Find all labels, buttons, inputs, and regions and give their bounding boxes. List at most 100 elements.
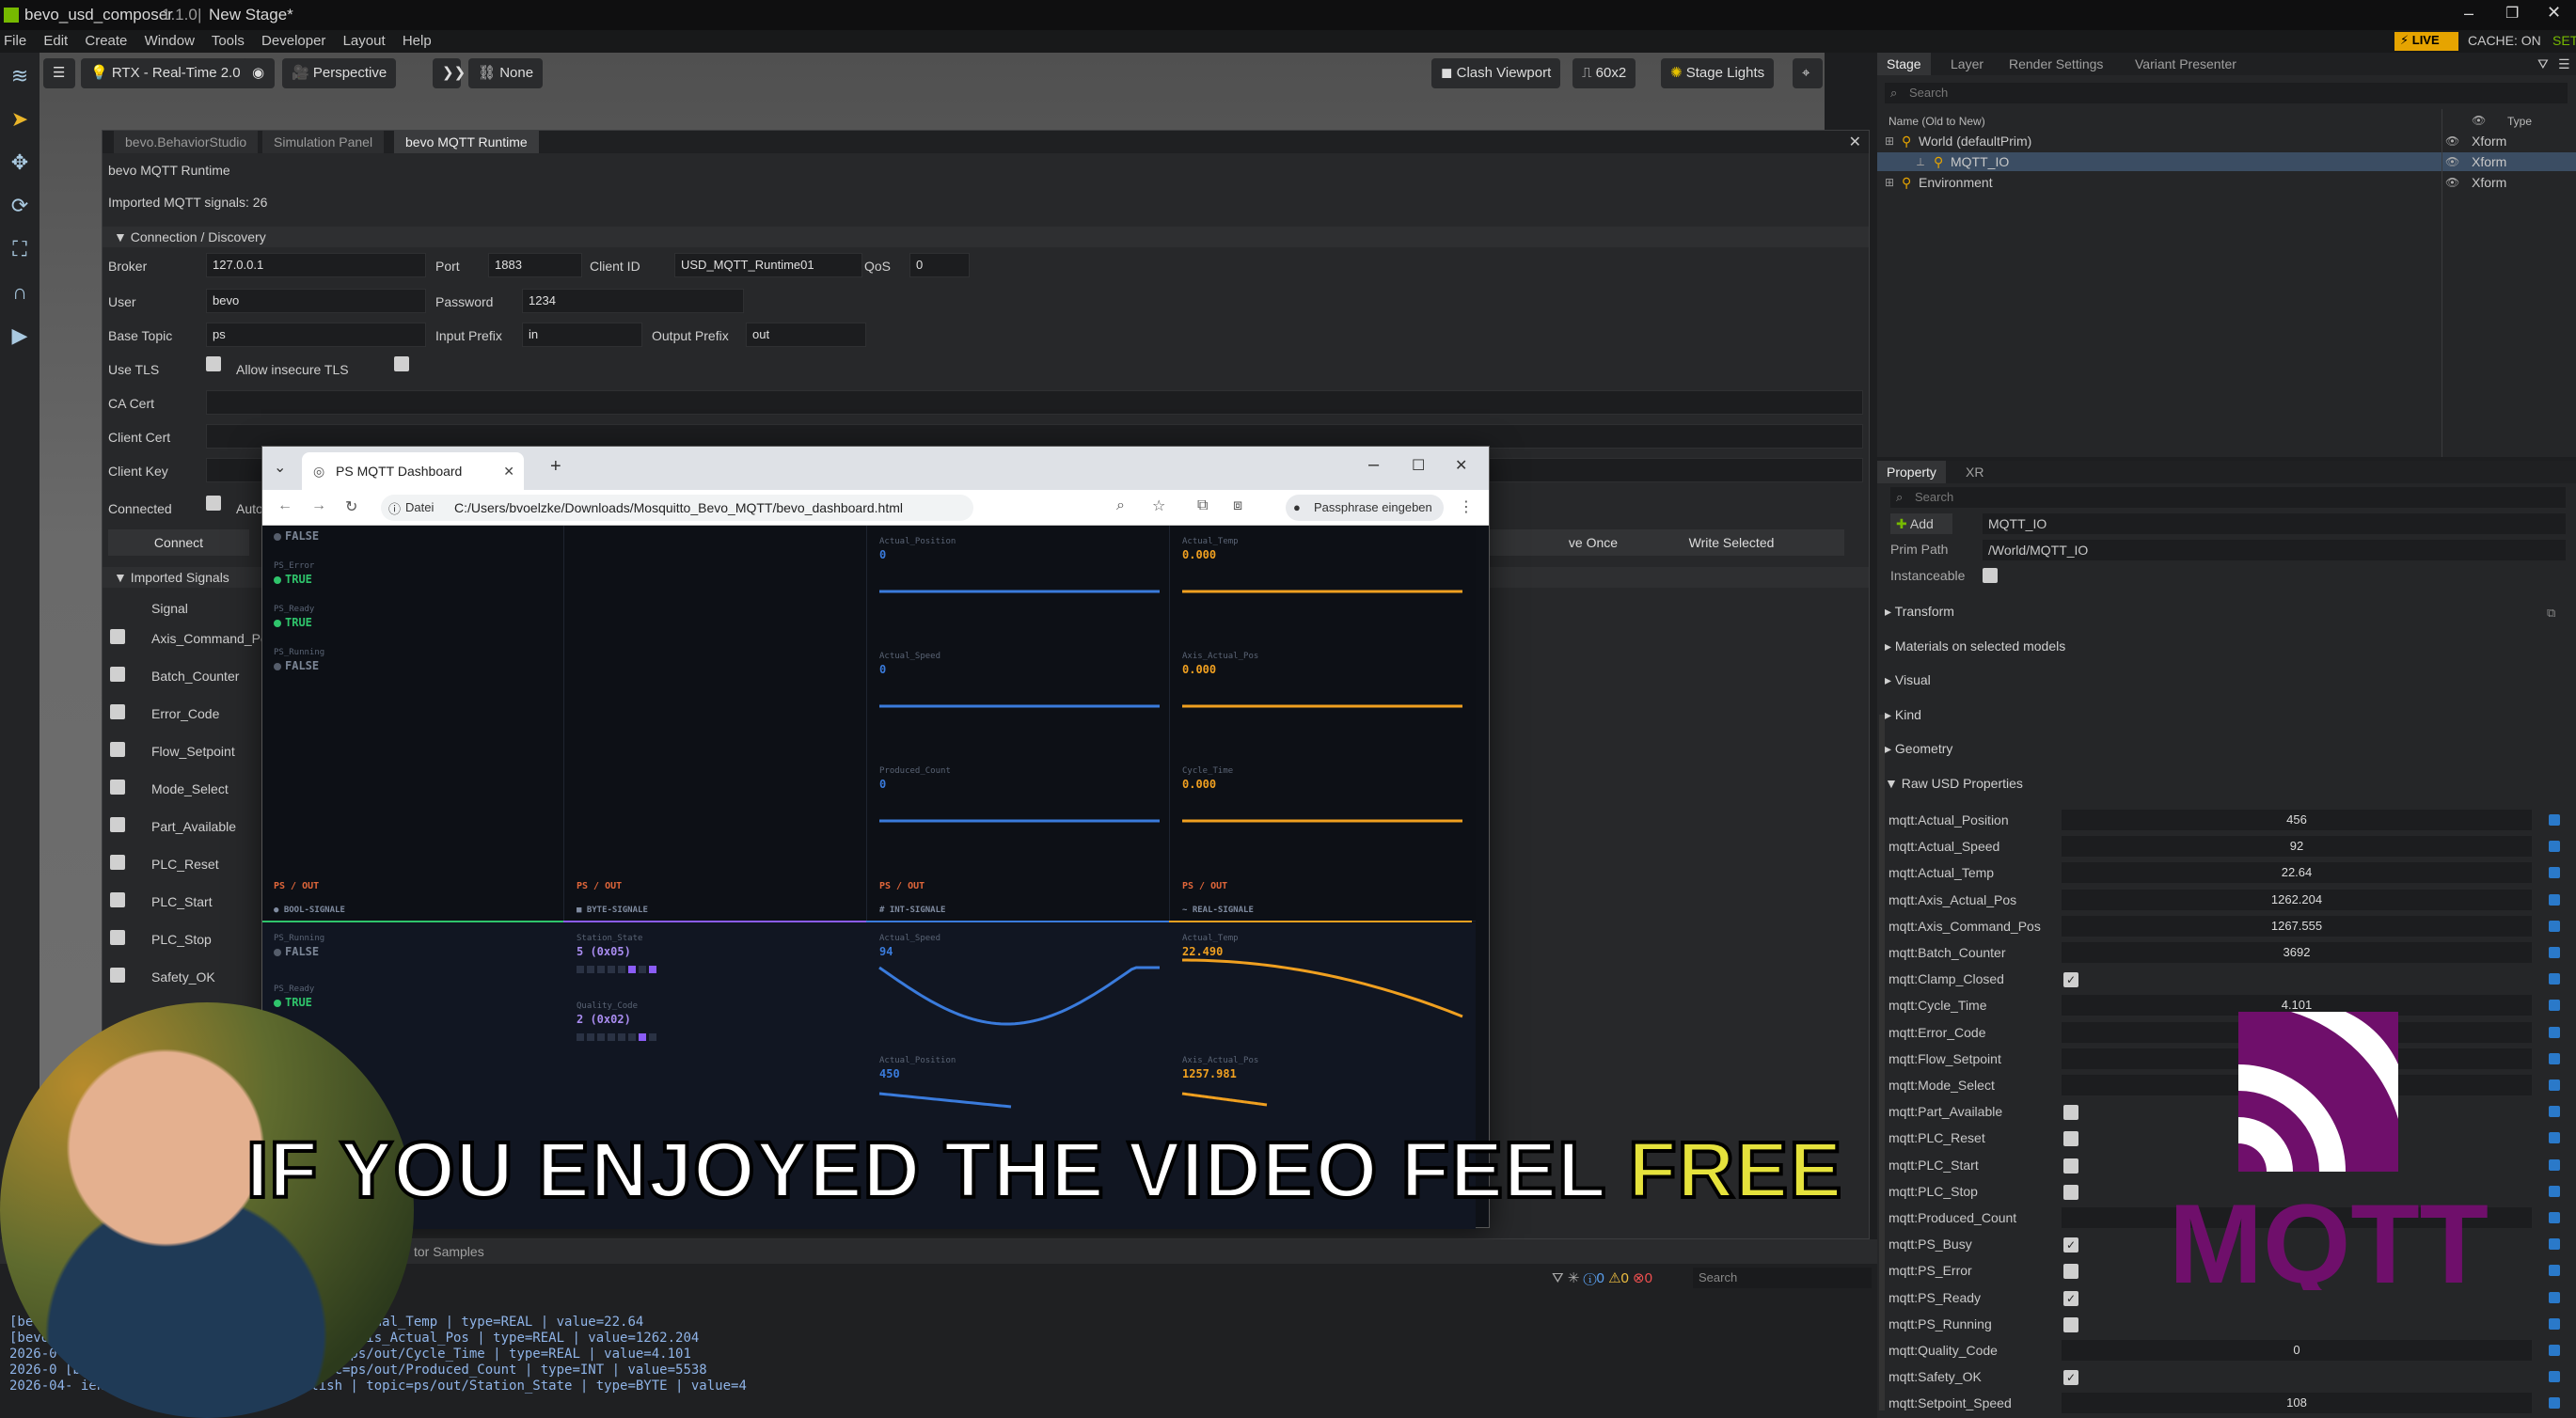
- port-field[interactable]: 1883: [488, 253, 582, 277]
- connected-checkbox[interactable]: [206, 496, 221, 511]
- tab-simulation-panel[interactable]: Simulation Panel: [262, 131, 385, 153]
- info-count-icon[interactable]: ⓘ0: [1584, 1270, 1604, 1286]
- tab-layer[interactable]: Layer: [1941, 53, 1993, 75]
- property-flag-icon[interactable]: [2549, 1158, 2560, 1171]
- input-prefix-field[interactable]: in: [522, 323, 642, 347]
- property-flag-icon[interactable]: [2549, 1317, 2560, 1330]
- output-prefix-field[interactable]: out: [746, 323, 866, 347]
- property-checkbox[interactable]: [2063, 1316, 2078, 1332]
- tab-mqtt-runtime[interactable]: bevo MQTT Runtime: [394, 131, 539, 153]
- property-checkbox[interactable]: ✓: [2063, 972, 2078, 988]
- property-flag-icon[interactable]: [2549, 1079, 2560, 1091]
- error-count-icon[interactable]: ⊗0: [1633, 1270, 1652, 1286]
- address-bar[interactable]: ⓘ Datei C:/Users/bvoelzke/Downloads/Mosq…: [381, 495, 973, 521]
- hamburger-icon[interactable]: ☰: [43, 58, 75, 88]
- use-tls-checkbox[interactable]: [206, 356, 221, 371]
- property-section-header[interactable]: ▸ Visual: [1885, 672, 1931, 688]
- property-flag-icon[interactable]: [2549, 1397, 2560, 1410]
- visibility-icon[interactable]: 👁: [2445, 152, 2459, 171]
- property-checkbox[interactable]: [2063, 1105, 2078, 1121]
- camera-button[interactable]: 🎥 Perspective: [282, 58, 397, 88]
- close-icon[interactable]: ✕: [1455, 456, 1467, 475]
- renderer-button[interactable]: 💡 RTX - Real-Time 2.0: [81, 58, 250, 88]
- property-flag-icon[interactable]: [2549, 973, 2560, 985]
- property-value-field[interactable]: 456: [2062, 810, 2532, 830]
- property-checkbox[interactable]: ✓: [2063, 1237, 2078, 1253]
- property-flag-icon[interactable]: [2549, 947, 2560, 958]
- layers-icon[interactable]: ≋: [6, 62, 34, 90]
- clash-viewport-button[interactable]: ◼ Clash Viewport: [1431, 58, 1561, 88]
- property-flag-icon[interactable]: [2549, 1106, 2560, 1118]
- connect-button[interactable]: Connect: [108, 529, 249, 556]
- property-flag-icon[interactable]: [2549, 841, 2560, 853]
- chevrons-icon[interactable]: ❯❯: [433, 58, 466, 88]
- tab-stage[interactable]: Stage: [1877, 53, 1931, 75]
- maximize-icon[interactable]: ☐: [1412, 456, 1425, 475]
- expand-icon[interactable]: ⊞: [1885, 132, 1894, 150]
- new-tab-icon[interactable]: +: [550, 456, 561, 478]
- profile-button[interactable]: ● Passphrase eingeben: [1286, 495, 1444, 521]
- signal-checkbox[interactable]: [110, 930, 125, 945]
- transform-options-icon[interactable]: ⧉: [2547, 606, 2555, 621]
- property-flag-icon[interactable]: [2549, 893, 2560, 906]
- zoom-icon[interactable]: ⌕: [1116, 497, 1125, 514]
- property-checkbox[interactable]: [2063, 1131, 2078, 1147]
- tab-render-settings[interactable]: Render Settings: [1999, 53, 2112, 75]
- property-flag-icon[interactable]: [2549, 1371, 2560, 1383]
- warning-count-icon[interactable]: ⚠0: [1608, 1270, 1629, 1286]
- property-value-field[interactable]: 92: [2062, 836, 2532, 858]
- tab-samples[interactable]: tor Samples: [404, 1240, 494, 1263]
- property-section-header[interactable]: ▸ Geometry: [1885, 741, 1952, 757]
- rotate-icon[interactable]: ⟳: [6, 192, 34, 220]
- menu-edit[interactable]: Edit: [43, 33, 68, 49]
- scale-icon[interactable]: ⛶: [6, 235, 34, 263]
- play-icon[interactable]: ▶: [6, 322, 34, 350]
- property-section-header[interactable]: ▸ Materials on selected models: [1885, 638, 2065, 654]
- select-arrow-icon[interactable]: ➤: [6, 105, 34, 134]
- close-icon[interactable]: ✕: [1849, 133, 1861, 151]
- connection-section-header[interactable]: ▼ Connection / Discovery: [103, 227, 1869, 247]
- property-checkbox[interactable]: [2063, 1264, 2078, 1280]
- stage-lights-button[interactable]: ✺ Stage Lights: [1661, 58, 1775, 88]
- menu-window[interactable]: Window: [145, 33, 195, 49]
- stage-tree-row[interactable]: ⊞ ⚲ Environment 👁 Xform: [1877, 173, 2576, 192]
- menu-help[interactable]: Help: [403, 33, 432, 49]
- property-flag-icon[interactable]: [2549, 1345, 2560, 1356]
- location-pin-icon[interactable]: ⌖: [1793, 58, 1823, 88]
- menu-developer[interactable]: Developer: [261, 33, 325, 49]
- close-tab-icon[interactable]: ✕: [503, 452, 514, 490]
- property-flag-icon[interactable]: [2549, 1238, 2560, 1251]
- kebab-menu-icon[interactable]: ⋮: [1459, 497, 1474, 516]
- type-column-header[interactable]: Type: [2507, 115, 2532, 128]
- property-value-field[interactable]: 1267.555: [2062, 915, 2532, 937]
- property-flag-icon[interactable]: [2549, 1026, 2560, 1038]
- property-section-header[interactable]: ▸ Transform: [1885, 604, 1954, 620]
- prim-name-field[interactable]: MQTT_IO: [1983, 513, 2566, 534]
- reload-icon[interactable]: ↻: [345, 497, 357, 516]
- tab-property[interactable]: Property: [1877, 461, 1946, 483]
- property-search-input[interactable]: ⌕ Search: [1890, 487, 2566, 508]
- signal-checkbox[interactable]: [110, 704, 125, 719]
- property-section-header[interactable]: ▸ Kind: [1885, 707, 1921, 723]
- star-icon[interactable]: ☆: [1152, 496, 1165, 515]
- expand-icon[interactable]: ⊞: [1885, 173, 1894, 192]
- qos-field[interactable]: 0: [909, 253, 970, 277]
- menu-create[interactable]: Create: [85, 33, 127, 49]
- menu-icon[interactable]: ☰: [2558, 56, 2570, 72]
- menu-layout[interactable]: Layout: [343, 33, 386, 49]
- signal-checkbox[interactable]: [110, 780, 125, 795]
- tab-variant-presenter[interactable]: Variant Presenter: [2126, 53, 2246, 75]
- signal-checkbox[interactable]: [110, 855, 125, 870]
- filter-icon[interactable]: ⛛: [1552, 1270, 1564, 1286]
- puzzle-icon[interactable]: ⧈: [1233, 497, 1242, 514]
- property-flag-icon[interactable]: [2549, 1132, 2560, 1144]
- property-flag-icon[interactable]: [2549, 1000, 2560, 1012]
- console-search-input[interactable]: Search: [1693, 1268, 1872, 1288]
- property-flag-icon[interactable]: [2549, 1291, 2560, 1303]
- write-selected-button[interactable]: Write Selected: [1619, 529, 1844, 556]
- signal-checkbox[interactable]: [110, 742, 125, 757]
- minimize-icon[interactable]: –: [2464, 4, 2473, 24]
- clear-icon[interactable]: ✳: [1568, 1270, 1580, 1286]
- base-topic-field[interactable]: ps: [206, 323, 426, 347]
- restore-icon[interactable]: ❐: [2505, 4, 2519, 23]
